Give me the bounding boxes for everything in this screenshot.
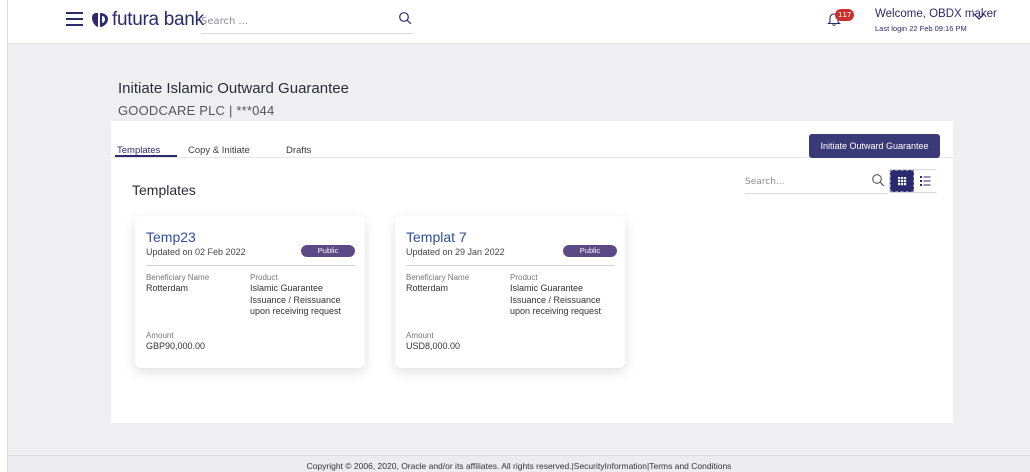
- left-edge: [0, 0, 8, 472]
- grid-view-button[interactable]: [890, 170, 914, 192]
- template-updated-date: Updated on 29 Jan 2022: [406, 247, 505, 257]
- page-title: Initiate Islamic Outward Guarantee: [118, 80, 349, 97]
- initiate-outward-guarantee-button[interactable]: Initiate Outward Guarantee: [809, 134, 940, 158]
- templates-heading: Templates: [132, 182, 196, 198]
- template-card[interactable]: Temp23 Updated on 02 Feb 2022 Public Ben…: [135, 216, 365, 368]
- template-updated-date: Updated on 02 Feb 2022: [146, 247, 246, 257]
- template-name[interactable]: Templat 7: [406, 229, 467, 245]
- visibility-badge: Public: [563, 245, 617, 257]
- card-divider: [406, 265, 615, 266]
- amount-value: GBP90,000.00: [146, 341, 206, 351]
- amount-label: Amount: [406, 331, 434, 340]
- party-name: GOODCARE PLC | ***044: [118, 103, 275, 118]
- list-icon: [920, 176, 931, 186]
- global-search-input[interactable]: [201, 10, 413, 34]
- product-value: Islamic Guarantee Issuance / Reissuance …: [510, 283, 602, 316]
- card-divider: [146, 265, 355, 266]
- main-panel: Templates Copy & Initiate Drafts Initiat…: [111, 121, 953, 423]
- last-login-text: Last login 22 Feb 09:16 PM: [875, 24, 967, 33]
- tab-drafts[interactable]: Drafts: [286, 145, 311, 156]
- beneficiary-value: Rotterdam: [146, 283, 189, 293]
- amount-label: Amount: [146, 331, 174, 340]
- product-label: Product: [510, 273, 538, 282]
- footer-copyright: Copyright © 2006, 2020, Oracle and/or it…: [8, 455, 1030, 472]
- bank-logo-icon: [92, 13, 108, 27]
- amount-value: USD8,000.00: [406, 341, 461, 351]
- beneficiary-value: Rotterdam: [406, 283, 449, 293]
- templates-search-input[interactable]: [745, 170, 888, 194]
- view-toggle: [889, 169, 937, 193]
- list-view-button[interactable]: [914, 170, 937, 192]
- product-value: Islamic Guarantee Issuance / Reissuance …: [250, 283, 342, 316]
- search-icon[interactable]: [398, 11, 412, 25]
- visibility-badge: Public: [301, 245, 355, 257]
- search-icon[interactable]: [871, 173, 885, 187]
- beneficiary-label: Beneficiary Name: [146, 273, 210, 282]
- grid-icon: [898, 177, 907, 186]
- menu-icon[interactable]: [66, 12, 83, 26]
- template-name[interactable]: Temp23: [146, 229, 196, 245]
- product-label: Product: [250, 273, 278, 282]
- notification-count-badge[interactable]: 117: [835, 9, 855, 21]
- template-card[interactable]: Templat 7 Updated on 29 Jan 2022 Public …: [395, 216, 625, 368]
- tab-copy-initiate[interactable]: Copy & Initiate: [188, 145, 250, 156]
- brand-name: futura bank: [112, 9, 204, 30]
- beneficiary-label: Beneficiary Name: [406, 273, 470, 282]
- chevron-down-icon[interactable]: [973, 13, 985, 21]
